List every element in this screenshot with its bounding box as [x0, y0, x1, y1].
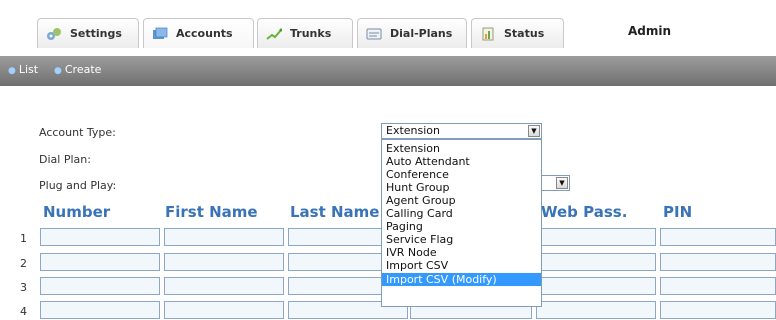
- column-header-pin: PIN: [663, 203, 693, 221]
- row-number: 1: [20, 232, 27, 245]
- dropdown-option[interactable]: Extension: [382, 142, 541, 155]
- row-number: 4: [20, 305, 27, 318]
- dropdown-option[interactable]: Paging: [382, 220, 541, 233]
- list-link[interactable]: ● List: [8, 63, 38, 76]
- dropdown-option[interactable]: Import CSV: [382, 259, 541, 272]
- dropdown-option[interactable]: IVR Node: [382, 246, 541, 259]
- status-icon: [480, 27, 496, 41]
- tab-accounts[interactable]: Accounts: [143, 18, 254, 48]
- account-type-value: Extension: [386, 124, 441, 137]
- dial-plan-label: Dial Plan:: [39, 153, 91, 166]
- web-pass-input[interactable]: [536, 253, 656, 271]
- create-link-label: Create: [64, 63, 102, 76]
- first-name-input[interactable]: [164, 253, 284, 271]
- list-link-label: List: [18, 63, 39, 76]
- bullet-icon: ●: [54, 66, 62, 76]
- tab-status[interactable]: Status: [471, 18, 564, 48]
- row-number: 3: [20, 281, 27, 294]
- web-pass-input[interactable]: [536, 277, 656, 295]
- first-name-input[interactable]: [164, 228, 284, 246]
- dropdown-option[interactable]: Conference: [382, 168, 541, 181]
- pin-input[interactable]: [660, 301, 776, 319]
- pin-input[interactable]: [660, 277, 776, 295]
- column-header-number: Number: [43, 203, 111, 221]
- dropdown-option[interactable]: Service Flag: [382, 233, 541, 246]
- settings-icon: [46, 27, 62, 41]
- sub-nav-bar: ● List ● Create: [0, 56, 776, 86]
- first-name-input[interactable]: [164, 277, 284, 295]
- trunks-icon: [266, 27, 283, 41]
- web-pass-input[interactable]: [536, 301, 656, 319]
- column-header-last-name: Last Name: [290, 203, 380, 221]
- dropdown-option[interactable]: Auto Attendant: [382, 155, 541, 168]
- first-name-input[interactable]: [164, 301, 284, 319]
- accounts-icon: [152, 27, 168, 41]
- chevron-down-icon[interactable]: ▼: [528, 125, 540, 137]
- tab-dial-plans[interactable]: Dial-Plans: [357, 18, 467, 48]
- tab-status-label: Status: [504, 27, 545, 40]
- create-link[interactable]: ● Create: [54, 63, 101, 76]
- row-number: 2: [20, 257, 27, 270]
- dropdown-option-highlighted[interactable]: Import CSV (Modify): [382, 273, 541, 286]
- number-input[interactable]: [40, 253, 160, 271]
- column-header-web-pass: Web Pass.: [541, 203, 628, 221]
- tab-settings[interactable]: Settings: [37, 18, 139, 48]
- main-tab-bar: Settings Accounts Trunks Dial-Plans Stat…: [0, 0, 776, 55]
- plug-and-play-select[interactable]: ▼: [540, 175, 570, 191]
- number-input[interactable]: [40, 228, 160, 246]
- tab-trunks[interactable]: Trunks: [257, 18, 353, 48]
- tab-accounts-label: Accounts: [176, 27, 233, 40]
- dropdown-option[interactable]: Calling Card: [382, 207, 541, 220]
- bullet-icon: ●: [8, 66, 16, 76]
- plug-and-play-label: Plug and Play:: [39, 179, 117, 192]
- admin-user-label[interactable]: Admin: [628, 24, 671, 38]
- number-input[interactable]: [40, 277, 160, 295]
- column-header-first-name: First Name: [165, 203, 258, 221]
- tab-trunks-label: Trunks: [290, 27, 332, 40]
- dial-plans-icon: [366, 27, 382, 41]
- dropdown-option[interactable]: Hunt Group: [382, 181, 541, 194]
- account-type-label: Account Type:: [39, 126, 116, 139]
- tab-dial-plans-label: Dial-Plans: [390, 27, 453, 40]
- pin-input[interactable]: [660, 253, 776, 271]
- tab-settings-label: Settings: [70, 27, 122, 40]
- number-input[interactable]: [40, 301, 160, 319]
- account-type-dropdown-list[interactable]: Extension Auto Attendant Conference Hunt…: [381, 139, 542, 307]
- dropdown-option[interactable]: Agent Group: [382, 194, 541, 207]
- web-pass-input[interactable]: [536, 228, 656, 246]
- pin-input[interactable]: [660, 228, 776, 246]
- chevron-down-icon[interactable]: ▼: [556, 177, 568, 189]
- account-type-select[interactable]: Extension ▼: [381, 123, 542, 139]
